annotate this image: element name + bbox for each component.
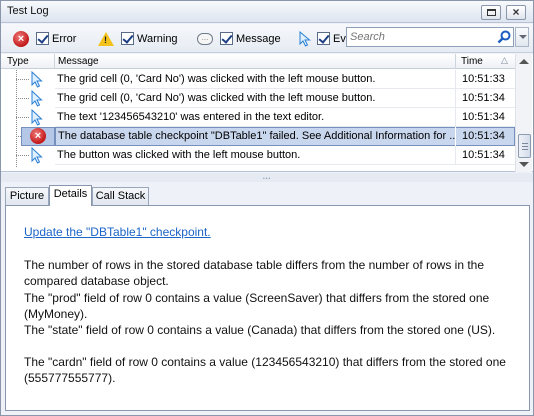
row-type-cell bbox=[1, 89, 54, 108]
sort-ascending-icon: △ bbox=[501, 55, 508, 65]
table-row[interactable]: The grid cell (0, 'Card No') was clicked… bbox=[1, 89, 515, 108]
filter-error[interactable]: × Error bbox=[13, 30, 76, 47]
error-checkbox[interactable] bbox=[36, 32, 49, 45]
grid-header: Type Message Time △ bbox=[1, 54, 515, 69]
title-bar: Test Log × bbox=[1, 1, 533, 23]
search-icon[interactable] bbox=[497, 30, 511, 44]
tab-picture[interactable]: Picture bbox=[5, 187, 49, 205]
tree-connector bbox=[16, 117, 29, 118]
details-paragraph: The "cardn" field of row 0 contains a va… bbox=[24, 355, 506, 385]
event-icon bbox=[299, 30, 311, 47]
row-time: 10:51:34 bbox=[456, 127, 515, 146]
filter-event-label: Ev bbox=[333, 32, 346, 45]
row-message: The database table checkpoint "DBTable1"… bbox=[55, 127, 455, 146]
tree-connector bbox=[16, 155, 29, 156]
update-checkpoint-link[interactable]: Update the "DBTable1" checkpoint. bbox=[24, 225, 211, 239]
pane-splitter[interactable]: ••• bbox=[1, 173, 533, 182]
tab-details[interactable]: Details bbox=[49, 185, 92, 206]
row-message: The grid cell (0, 'Card No') was clicked… bbox=[57, 73, 376, 85]
log-grid[interactable]: Type Message Time △ The grid cell (0, 'C… bbox=[1, 54, 533, 172]
filter-warning-label: Warning bbox=[137, 32, 178, 45]
test-log-panel: Test Log × × Error ! Warning … Message E… bbox=[0, 0, 534, 416]
filter-event[interactable]: Ev bbox=[299, 30, 346, 47]
filter-warning[interactable]: ! Warning bbox=[98, 30, 178, 47]
column-header-message[interactable]: Message bbox=[58, 56, 99, 67]
warning-icon: ! bbox=[98, 31, 114, 46]
details-paragraph: The number of rows in the stored databas… bbox=[24, 258, 485, 288]
error-icon: × bbox=[13, 30, 29, 47]
filter-message[interactable]: … Message bbox=[197, 30, 281, 47]
column-header-time[interactable]: Time bbox=[461, 56, 483, 67]
message-checkbox[interactable] bbox=[220, 32, 233, 45]
grid-scrollbar[interactable] bbox=[515, 54, 532, 172]
row-time: 10:51:34 bbox=[462, 92, 505, 104]
tree-connector bbox=[16, 98, 29, 99]
table-row[interactable]: The grid cell (0, 'Card No') was clicked… bbox=[1, 70, 515, 89]
scroll-up-arrow-icon[interactable] bbox=[519, 59, 529, 64]
event-icon bbox=[31, 90, 43, 107]
row-type-cell: × bbox=[1, 127, 55, 146]
window-title: Test Log bbox=[7, 5, 49, 17]
restore-button[interactable] bbox=[481, 5, 501, 20]
filter-error-label: Error bbox=[52, 32, 77, 45]
row-time: 10:51:33 bbox=[462, 73, 505, 85]
scroll-down-arrow-icon[interactable] bbox=[519, 162, 529, 167]
event-icon bbox=[31, 71, 43, 88]
search-input[interactable] bbox=[350, 30, 490, 44]
event-icon bbox=[31, 109, 43, 126]
tree-connector bbox=[16, 79, 29, 80]
details-paragraph: The "state" field of row 0 contains a va… bbox=[24, 323, 496, 337]
scrollbar-thumb[interactable] bbox=[518, 134, 531, 158]
row-type-cell bbox=[1, 108, 54, 127]
table-row[interactable]: The text '123456543210' was entered in t… bbox=[1, 108, 515, 127]
search-options-dropdown[interactable] bbox=[515, 27, 529, 47]
row-time: 10:51:34 bbox=[462, 149, 505, 161]
splitter-grip: ••• bbox=[263, 176, 272, 182]
details-pane: Update the "DBTable1" checkpoint. The nu… bbox=[5, 205, 530, 411]
tab-call-stack[interactable]: Call Stack bbox=[92, 187, 149, 205]
message-icon: … bbox=[197, 32, 213, 45]
close-icon: × bbox=[512, 5, 520, 19]
event-checkbox[interactable] bbox=[317, 32, 330, 45]
row-message: The text '123456543210' was entered in t… bbox=[57, 111, 325, 123]
close-button[interactable]: × bbox=[506, 5, 526, 20]
search-box[interactable] bbox=[346, 27, 514, 47]
column-divider[interactable] bbox=[54, 54, 55, 69]
warning-checkbox[interactable] bbox=[121, 32, 134, 45]
row-type-cell bbox=[1, 70, 54, 89]
column-divider[interactable] bbox=[455, 54, 456, 69]
table-row-selected[interactable]: × The database table checkpoint "DBTable… bbox=[1, 127, 515, 146]
chevron-down-icon bbox=[519, 35, 527, 39]
event-icon bbox=[31, 147, 43, 164]
row-time: 10:51:34 bbox=[462, 111, 505, 123]
details-paragraph: The "prod" field of row 0 contains a val… bbox=[24, 291, 490, 321]
error-icon: × bbox=[30, 128, 46, 144]
restore-icon bbox=[487, 9, 496, 16]
table-row[interactable]: The button was clicked with the left mou… bbox=[1, 146, 515, 165]
row-message: The grid cell (0, 'Card No') was clicked… bbox=[57, 92, 376, 104]
row-type-cell bbox=[1, 146, 54, 165]
filter-message-label: Message bbox=[236, 32, 281, 45]
column-header-type[interactable]: Type bbox=[7, 56, 29, 67]
row-message: The button was clicked with the left mou… bbox=[57, 149, 301, 161]
